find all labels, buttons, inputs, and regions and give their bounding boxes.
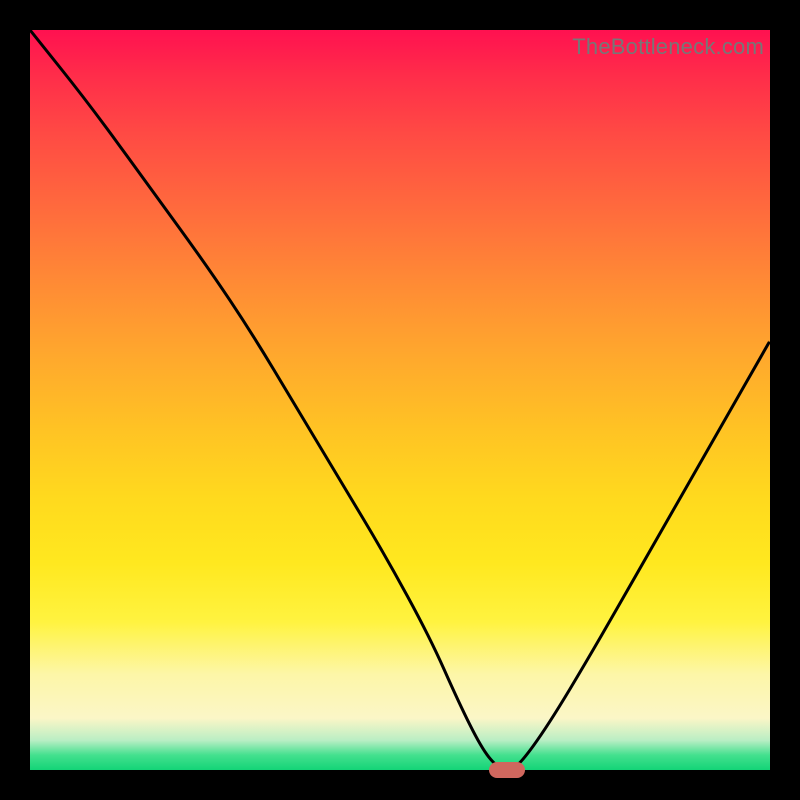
bottleneck-curve	[30, 30, 770, 770]
curve-path	[30, 30, 770, 769]
minimum-marker	[489, 762, 525, 778]
chart-frame: TheBottleneck.com	[0, 0, 800, 800]
plot-area: TheBottleneck.com	[30, 30, 770, 770]
